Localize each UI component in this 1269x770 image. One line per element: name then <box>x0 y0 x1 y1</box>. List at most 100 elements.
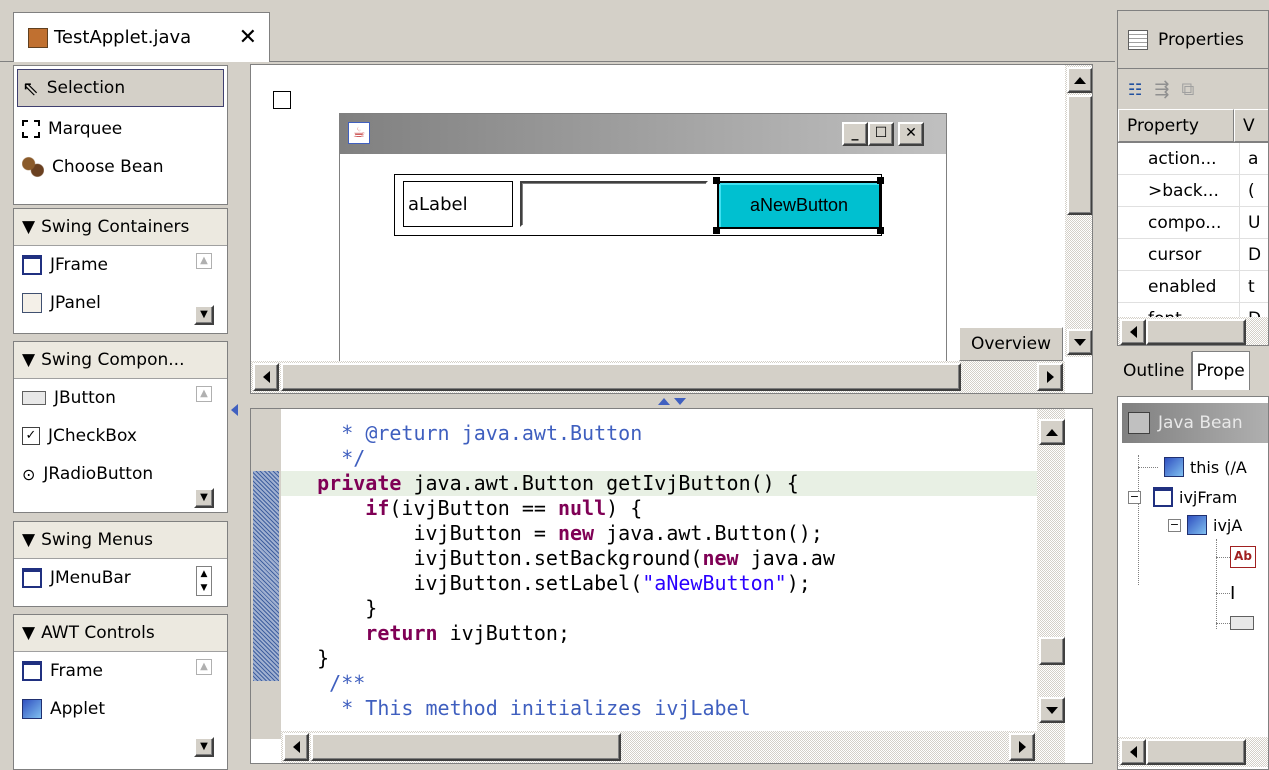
property-row[interactable]: action... a <box>1118 143 1268 175</box>
canvas-vscroll[interactable] <box>1065 65 1092 357</box>
code-editor[interactable]: * @return java.awt.Button */ private jav… <box>250 408 1093 764</box>
tab-outline[interactable]: Outline <box>1117 352 1192 390</box>
editor-tab[interactable]: TestApplet.java ✕ <box>13 12 270 62</box>
tool-selection[interactable]: ⇖ Selection <box>17 69 224 107</box>
scroll-thumb[interactable] <box>1039 637 1065 665</box>
code-line[interactable]: } <box>281 596 1065 621</box>
scroll-updown-icon[interactable]: ▲ ▼ <box>196 566 212 596</box>
close-button[interactable]: ✕ <box>898 122 924 146</box>
group-header-swing-containers[interactable]: ▼ Swing Containers <box>14 209 227 246</box>
scroll-down-icon[interactable]: ▼ <box>194 737 214 757</box>
code-hscroll[interactable] <box>281 731 1065 763</box>
close-icon[interactable]: ✕ <box>239 25 257 50</box>
properties-tab[interactable]: Properties <box>1118 11 1268 69</box>
component-panel[interactable]: aLabel aNewButton <box>394 174 884 236</box>
scroll-left-button[interactable] <box>253 363 279 391</box>
property-row[interactable]: >back...( <box>1118 175 1268 207</box>
code-text[interactable]: * @return java.awt.Button */ private jav… <box>281 421 1065 739</box>
minimize-button[interactable]: _ <box>842 122 868 146</box>
property-row[interactable]: cursor D <box>1118 239 1268 271</box>
scroll-thumb[interactable] <box>1146 739 1246 765</box>
properties-hscroll[interactable] <box>1118 317 1268 345</box>
scroll-up-icon[interactable]: ▲ <box>196 659 212 675</box>
selection-handle[interactable] <box>713 177 720 184</box>
scroll-right-button[interactable] <box>1009 733 1035 761</box>
tab-properties[interactable]: Prope <box>1191 351 1250 390</box>
applet-frame[interactable]: ☕ _ ☐ ✕ aLabel aNewButton <box>339 113 947 393</box>
collapse-icon[interactable]: − <box>1168 518 1181 532</box>
scroll-down-button[interactable] <box>1067 329 1092 355</box>
property-value[interactable]: a <box>1240 143 1268 174</box>
palette-collapse-icon[interactable] <box>231 404 238 416</box>
scroll-right-button[interactable] <box>1037 363 1063 391</box>
splitter-up-icon[interactable] <box>657 397 670 405</box>
code-line[interactable]: * @return java.awt.Button <box>281 421 1065 446</box>
tree-node-ivjframe[interactable]: − ivjFram <box>1128 483 1268 511</box>
scroll-up-button[interactable] <box>1067 67 1092 93</box>
collapse-icon[interactable]: − <box>1128 490 1141 504</box>
scroll-thumb[interactable] <box>1067 95 1092 215</box>
code-line[interactable]: ivjButton = new java.awt.Button(); <box>281 521 1065 546</box>
scroll-down-icon[interactable]: ▼ <box>194 488 214 508</box>
button-bean-icon[interactable] <box>1216 611 1268 635</box>
code-vscroll[interactable] <box>1037 409 1065 731</box>
tool-marquee[interactable]: Marquee <box>14 110 227 148</box>
code-line[interactable]: */ <box>281 446 1065 471</box>
categories-icon[interactable]: ☷ <box>1128 80 1142 99</box>
code-line[interactable]: * This method initializes ivjLabel <box>281 696 1065 721</box>
group-header-swing-menus[interactable]: ▼ Swing Menus <box>14 522 227 559</box>
a-label[interactable]: aLabel <box>403 181 513 227</box>
splitter-down-icon[interactable] <box>673 397 686 405</box>
scroll-down-icon[interactable]: ▼ <box>194 305 214 325</box>
scroll-left-button[interactable] <box>1120 319 1146 345</box>
scroll-up-icon[interactable]: ▲ <box>196 386 212 402</box>
tree-node-ivja[interactable]: − ivjA <box>1168 511 1268 539</box>
scroll-thumb[interactable] <box>1146 319 1246 345</box>
column-value[interactable]: V <box>1233 109 1268 142</box>
code-line[interactable]: } <box>281 646 1065 671</box>
group-header-swing-components[interactable]: ▼ Swing Compon... <box>14 342 227 379</box>
canvas-checkbox[interactable] <box>273 91 291 109</box>
code-line[interactable]: if(ivjButton == null) { <box>281 496 1065 521</box>
design-canvas[interactable]: ☕ _ ☐ ✕ aLabel aNewButton Overview <box>250 64 1093 394</box>
property-value[interactable]: ( <box>1240 175 1268 206</box>
label-bean-icon[interactable]: Ab <box>1216 545 1268 569</box>
a-new-button[interactable]: aNewButton <box>717 181 881 229</box>
column-property[interactable]: Property <box>1118 109 1234 142</box>
property-value[interactable]: D <box>1240 239 1268 270</box>
text-field[interactable] <box>520 181 708 227</box>
code-line[interactable]: /** <box>281 671 1065 696</box>
tool-choose-bean[interactable]: Choose Bean <box>14 148 227 186</box>
canvas-hscroll[interactable] <box>251 361 1065 393</box>
code-line[interactable]: return ivjButton; <box>281 621 1065 646</box>
restore-default-icon[interactable]: ⧉ <box>1181 79 1194 100</box>
scroll-down-button[interactable] <box>1039 697 1065 723</box>
scroll-thumb[interactable] <box>311 733 621 761</box>
beans-hscroll[interactable] <box>1118 737 1268 767</box>
scroll-up-button[interactable] <box>1039 419 1065 445</box>
property-value[interactable]: U <box>1240 207 1268 238</box>
selection-handle[interactable] <box>877 177 884 184</box>
scroll-thumb[interactable] <box>281 363 961 391</box>
code-line[interactable]: ivjButton.setLabel("aNewButton"); <box>281 571 1065 596</box>
textfield-bean-icon[interactable]: Ⅰ <box>1216 581 1268 605</box>
scroll-left-button[interactable] <box>1120 739 1146 765</box>
property-value[interactable]: t <box>1240 271 1268 302</box>
splitter[interactable] <box>250 394 1093 408</box>
overview-button[interactable]: Overview <box>959 327 1063 361</box>
palette-item-jcheckbox[interactable]: ✓ JCheckBox <box>14 417 227 455</box>
group-header-awt-controls[interactable]: ▼ AWT Controls <box>14 615 227 652</box>
property-row[interactable]: enabled t <box>1118 271 1268 303</box>
code-line[interactable]: private java.awt.Button getIvjButton() { <box>281 471 1065 496</box>
palette-item-applet[interactable]: Applet <box>14 690 227 728</box>
property-row[interactable]: compo... U <box>1118 207 1268 239</box>
maximize-button[interactable]: ☐ <box>868 122 894 146</box>
filter-icon[interactable]: ⇶ <box>1154 79 1169 100</box>
selection-handle[interactable] <box>713 227 720 234</box>
scroll-left-button[interactable] <box>283 733 309 761</box>
tree-node-this[interactable]: this (/A <box>1138 453 1268 481</box>
scroll-up-icon[interactable]: ▲ <box>196 253 212 269</box>
selection-handle[interactable] <box>877 227 884 234</box>
java-beans-title-bar[interactable]: Java Bean <box>1122 403 1268 443</box>
code-line[interactable]: ivjButton.setBackground(new java.aw <box>281 546 1065 571</box>
